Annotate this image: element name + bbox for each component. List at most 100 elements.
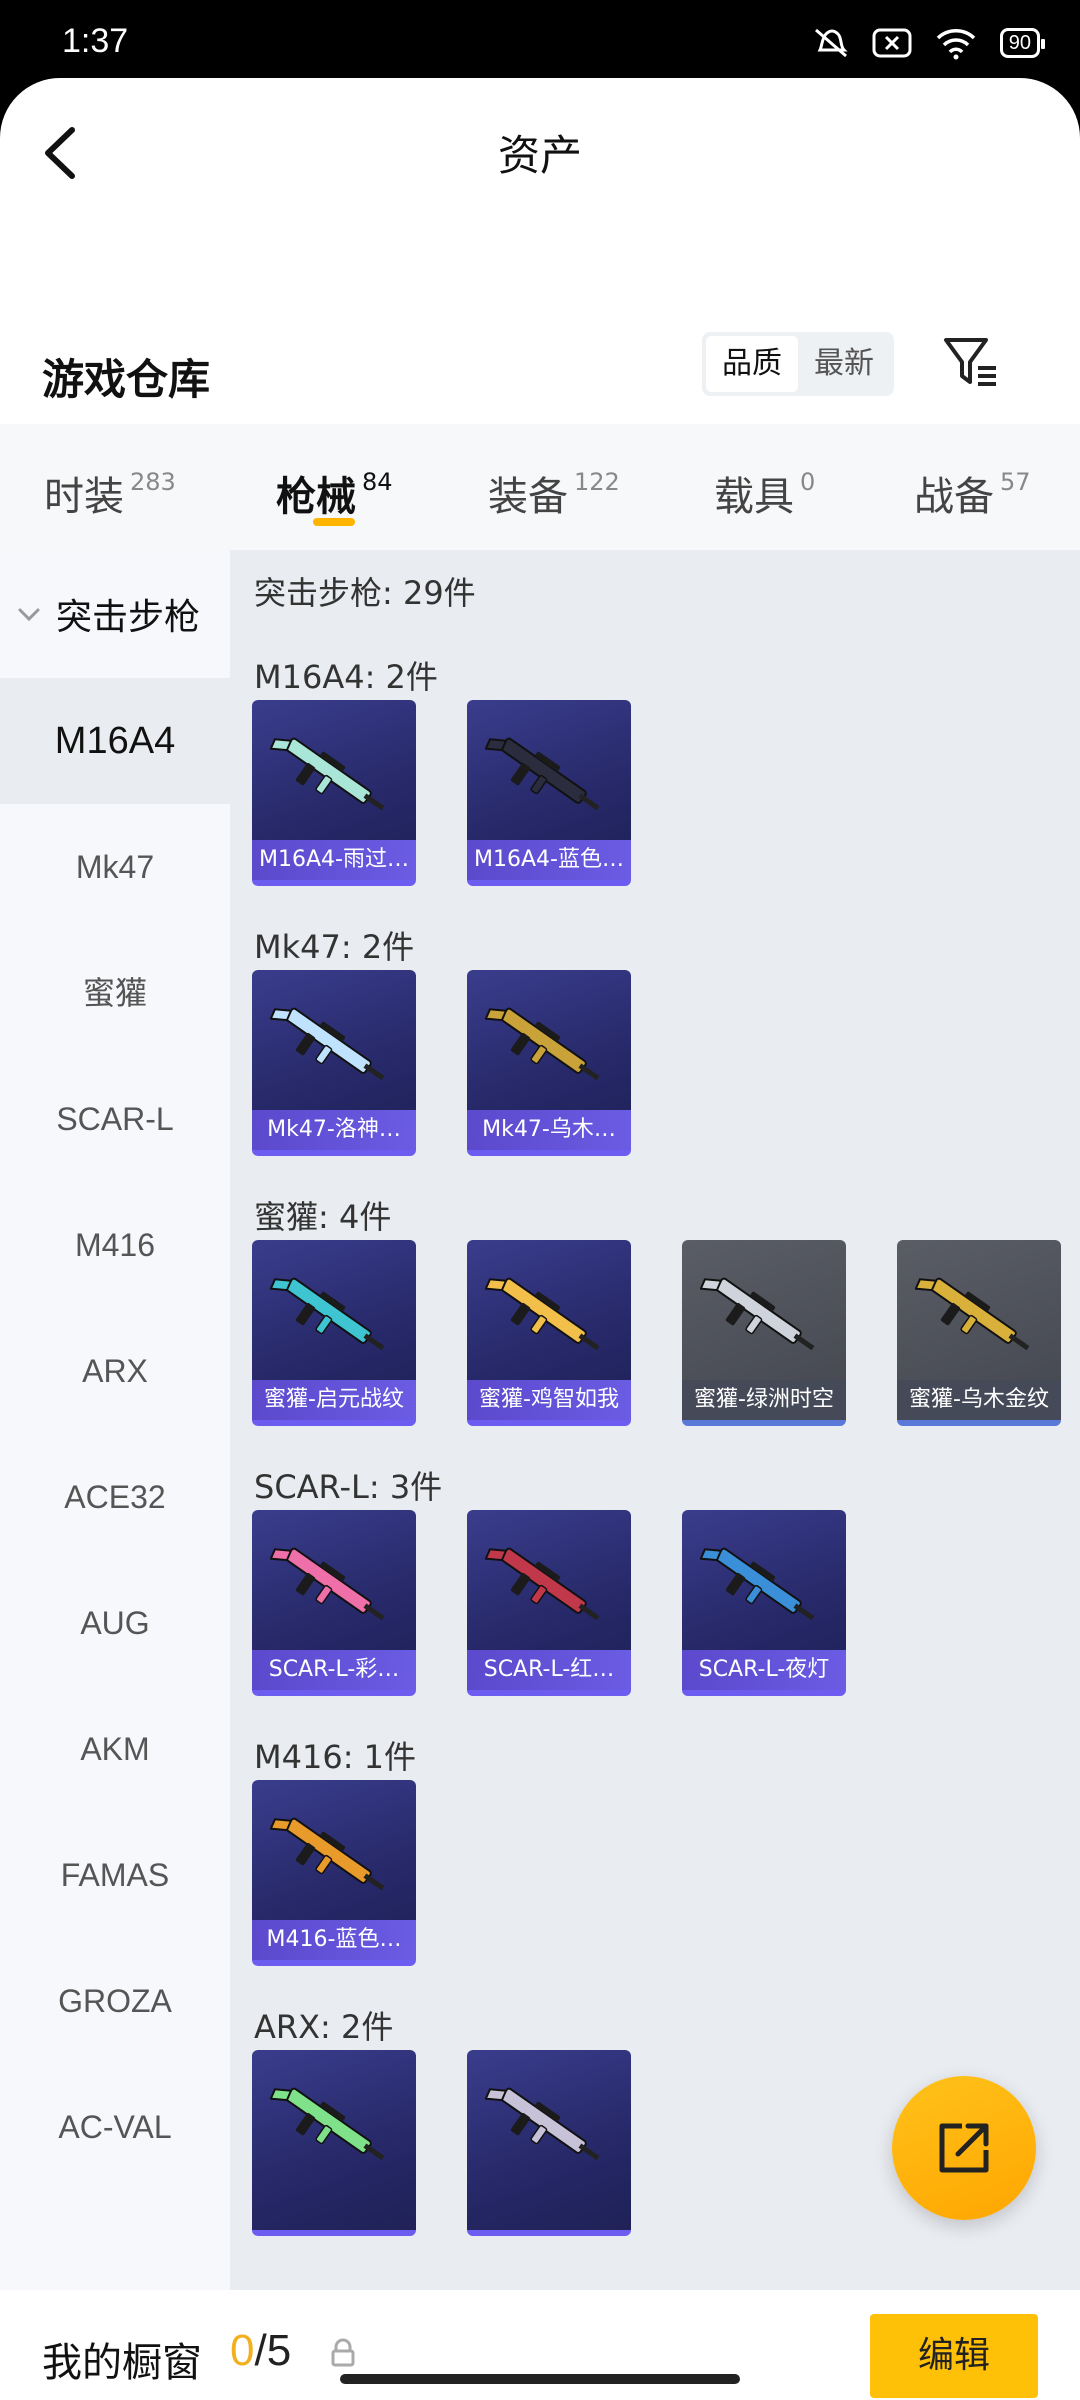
sidebar-item-m16a4[interactable]: M16A4 [0, 678, 230, 804]
sort-segment: 品质 最新 [702, 332, 894, 396]
weapon-card[interactable]: Mk47-乌木… [467, 970, 631, 1156]
weapon-card-name: 蜜獾-乌木金纹 [897, 1380, 1061, 1420]
weapon-card-name: SCAR-L-彩… [252, 1650, 416, 1690]
rifle-icon [270, 1007, 385, 1081]
tab-fashion[interactable]: 时装 283 [44, 424, 176, 550]
sidebar-item-ac-val[interactable]: AC-VAL [0, 2064, 230, 2190]
tab-supplies[interactable]: 战备 57 [914, 424, 1031, 550]
sidebar-group-label: 突击步枪 [56, 597, 201, 638]
status-time: 1:37 [62, 22, 129, 60]
tab-count: 122 [574, 468, 620, 496]
weapon-sidebar: 突击步枪 M16A4 Mk47 蜜獾 SCAR-L M416 ARX ACE32… [0, 550, 230, 2290]
rifle-icon [270, 2087, 385, 2161]
showcase-count: 0/5 [230, 2326, 291, 2376]
category-total: 突击步枪: 29件 [254, 574, 476, 612]
sort-option-quality[interactable]: 品质 [706, 336, 798, 392]
sidebar-group-assault-rifles[interactable]: 突击步枪 [0, 550, 230, 678]
rifle-icon [270, 1817, 385, 1891]
weapon-section: 蜜獾: 4件 蜜獾-启元战纹 蜜獾-鸡智如我 蜜獾-绿洲时空 蜜獾-乌木金纹 [230, 1192, 1080, 1442]
section-header: ARX: 2件 [254, 2008, 394, 2046]
sidebar-item-mk47[interactable]: Mk47 [0, 804, 230, 930]
app-screen: 资产 游戏仓库 品质 最新 时装 283 枪械 84 装备 122 载具 0 战… [0, 78, 1080, 2400]
weapon-card-name: SCAR-L-红… [467, 1650, 631, 1690]
section-header: SCAR-L: 3件 [254, 1468, 443, 1506]
wifi-icon [936, 29, 975, 60]
sidebar-item-akm[interactable]: AKM [0, 1686, 230, 1812]
sidebar-item-m416[interactable]: M416 [0, 1182, 230, 1308]
weapon-section: SCAR-L: 3件 SCAR-L-彩… SCAR-L-红… SCAR-L-夜灯 [230, 1462, 1080, 1712]
tab-vehicles[interactable]: 载具 0 [714, 424, 815, 550]
weapon-card-name: 蜜獾-绿洲时空 [682, 1380, 846, 1420]
rifle-icon [485, 1007, 600, 1081]
warehouse-header: 游戏仓库 品质 最新 [0, 318, 1080, 428]
sidebar-item-aug[interactable]: AUG [0, 1560, 230, 1686]
status-bar: 1:37 90 [0, 0, 1080, 80]
lock-icon [331, 2338, 355, 2367]
top-nav: 资产 [0, 78, 1080, 228]
sidebar-item-famas[interactable]: FAMAS [0, 1812, 230, 1938]
tab-firearms[interactable]: 枪械 84 [276, 424, 393, 550]
status-icons: 90 [812, 26, 1046, 60]
weapon-card[interactable]: 蜜獾-绿洲时空 [682, 1240, 846, 1426]
rifle-icon [700, 1547, 815, 1621]
tab-label: 战备 [914, 474, 994, 520]
tab-count: 57 [1000, 468, 1031, 496]
weapon-card[interactable]: Mk47-洛神… [252, 970, 416, 1156]
sort-option-newest[interactable]: 最新 [798, 336, 890, 392]
active-tab-indicator [313, 518, 356, 526]
sidebar-item-ace32[interactable]: ACE32 [0, 1434, 230, 1560]
weapon-section: Mk47: 2件 Mk47-洛神… Mk47-乌木… [230, 922, 1080, 1172]
tab-count: 283 [130, 468, 176, 496]
weapon-card-name: Mk47-洛神… [252, 1110, 416, 1150]
showcase-count-current: 0 [230, 2326, 255, 2375]
sidebar-item-honey-badger[interactable]: 蜜獾 [0, 930, 230, 1056]
filter-icon[interactable] [940, 332, 1000, 392]
sidebar-item-scar-l[interactable]: SCAR-L [0, 1056, 230, 1182]
weapon-card[interactable]: 蜜獾-鸡智如我 [467, 1240, 631, 1426]
rifle-icon [485, 2087, 600, 2161]
weapon-card[interactable]: M16A4-蓝色… [467, 700, 631, 886]
battery-indicator: 90 [999, 28, 1046, 58]
weapon-card[interactable]: M416-蓝色… [252, 1780, 416, 1966]
category-tabs: 时装 283 枪械 84 装备 122 载具 0 战备 57 [0, 424, 1080, 550]
share-button[interactable] [892, 2076, 1036, 2220]
weapon-content: 突击步枪: 29件 M16A4: 2件 M16A4-雨过… M16A4-蓝色… Mk4… [230, 550, 1080, 2290]
weapon-card-name: 蜜獾-启元战纹 [252, 1380, 416, 1420]
sidebar-item-groza[interactable]: GROZA [0, 1938, 230, 2064]
weapon-card[interactable] [467, 2050, 631, 2236]
chevron-down-icon [18, 608, 40, 622]
edit-button[interactable]: 编辑 [870, 2314, 1038, 2398]
rifle-icon [700, 1277, 815, 1351]
tab-equipment[interactable]: 装备 122 [488, 424, 620, 550]
weapon-card-name: 蜜獾-鸡智如我 [467, 1380, 631, 1420]
rifle-icon [270, 1547, 385, 1621]
tab-label: 装备 [488, 474, 568, 520]
page-title: 资产 [497, 131, 582, 180]
home-indicator[interactable] [340, 2374, 740, 2384]
weapon-card-name: M16A4-蓝色… [467, 840, 631, 880]
section-header: Mk47: 2件 [254, 928, 415, 966]
rifle-icon [485, 1547, 600, 1621]
tab-label: 时装 [44, 474, 124, 520]
tab-label: 枪械 [276, 474, 356, 520]
rifle-icon [270, 1277, 385, 1351]
sidebar-item-arx[interactable]: ARX [0, 1308, 230, 1434]
weapon-card-name: M16A4-雨过… [252, 840, 416, 880]
showcase-label: 我的橱窗 [42, 2340, 202, 2386]
tab-count: 84 [362, 468, 393, 496]
showcase-count-total: /5 [254, 2326, 292, 2375]
tab-count: 0 [800, 468, 816, 496]
rifle-icon [485, 737, 600, 811]
weapon-card[interactable] [252, 2050, 416, 2236]
weapon-section: M416: 1件 M416-蓝色… [230, 1732, 1080, 1982]
weapon-card[interactable]: M16A4-雨过… [252, 700, 416, 886]
weapon-card[interactable]: SCAR-L-夜灯 [682, 1510, 846, 1696]
weapon-card[interactable]: SCAR-L-彩… [252, 1510, 416, 1696]
weapon-card-name: SCAR-L-夜灯 [682, 1650, 846, 1690]
tab-label: 载具 [714, 474, 794, 520]
weapon-card[interactable]: 蜜獾-启元战纹 [252, 1240, 416, 1426]
weapon-card[interactable]: 蜜獾-乌木金纹 [897, 1240, 1061, 1426]
weapon-card[interactable]: SCAR-L-红… [467, 1510, 631, 1696]
no-sim-icon [872, 28, 912, 58]
weapon-card-name: M416-蓝色… [252, 1920, 416, 1960]
